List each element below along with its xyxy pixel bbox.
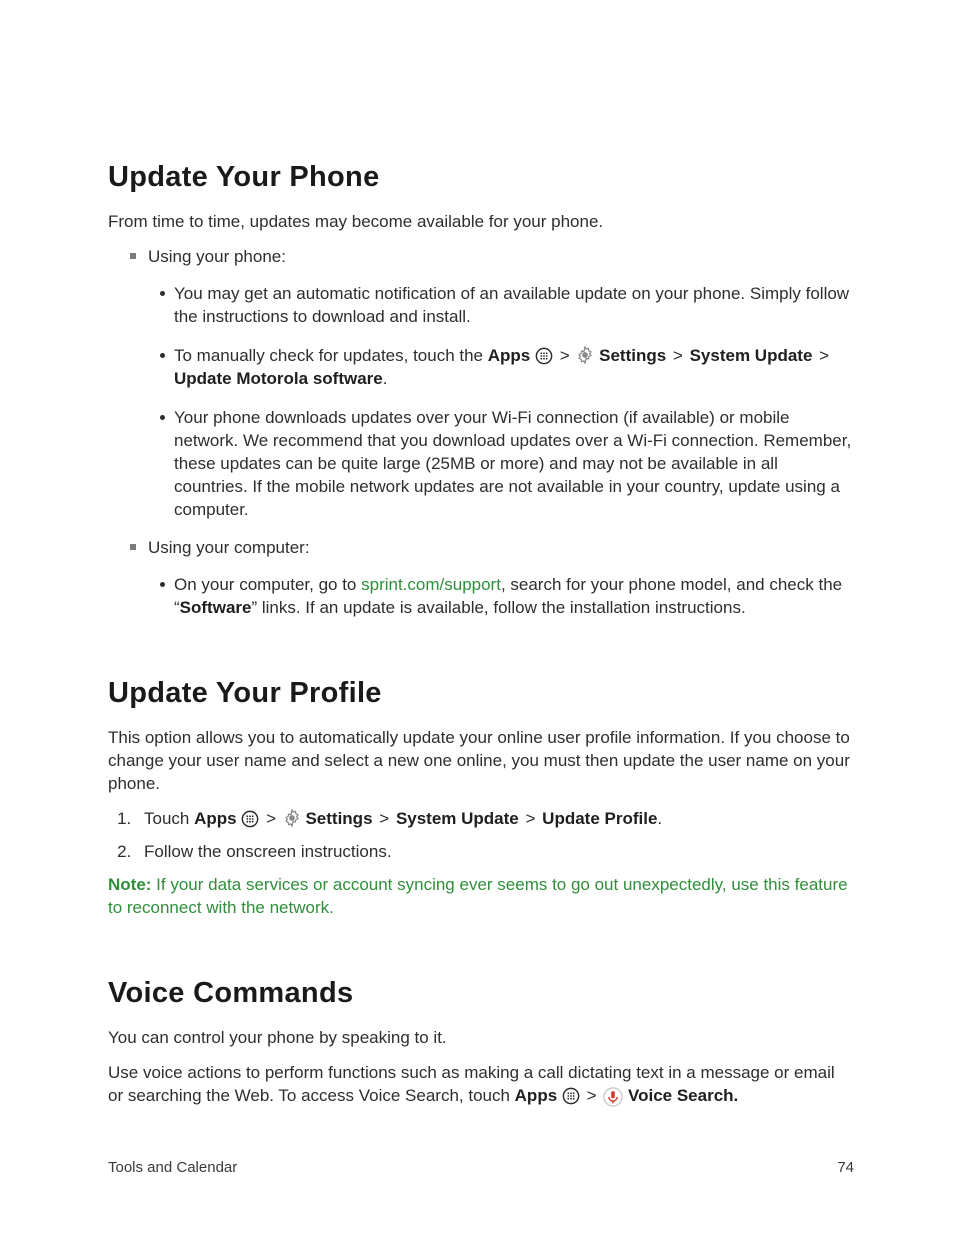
note-label: Note:	[108, 875, 151, 894]
chevron: >	[377, 809, 391, 828]
list-item: Follow the onscreen instructions.	[136, 841, 854, 864]
p2-voice-commands: Use voice actions to perform functions s…	[108, 1062, 854, 1108]
list-item: Your phone downloads updates over your W…	[174, 407, 854, 522]
intro-update-phone: From time to time, updates may become av…	[108, 211, 854, 234]
list-item: You may get an automatic notification of…	[174, 283, 854, 329]
label-software: Software	[180, 598, 252, 617]
footer-section-title: Tools and Calendar	[108, 1158, 237, 1178]
link-sprint-support[interactable]: sprint.com/support	[361, 575, 501, 594]
list-item: On your computer, go to sprint.com/suppo…	[174, 574, 854, 620]
chevron: >	[524, 809, 538, 828]
text: Using your computer:	[148, 538, 310, 557]
period: .	[657, 809, 662, 828]
note-body: If your data services or account syncing…	[108, 875, 848, 917]
label-system-update: System Update	[396, 809, 519, 828]
list-update-phone: Using your phone: You may get an automat…	[108, 246, 854, 620]
list-item: Touch Apps > Settings > System Update > …	[136, 808, 854, 831]
chevron: >	[558, 346, 572, 365]
period: .	[383, 369, 388, 388]
heading-voice-commands: Voice Commands	[108, 974, 854, 1013]
label-voice-search: Voice Search.	[623, 1086, 738, 1105]
label-settings: Settings	[301, 809, 373, 828]
p1-voice-commands: You can control your phone by speaking t…	[108, 1027, 854, 1050]
chevron: >	[671, 346, 685, 365]
text: To manually check for updates, touch the	[174, 346, 488, 365]
label-apps: Apps	[488, 346, 531, 365]
intro-update-profile: This option allows you to automatically …	[108, 727, 854, 796]
chevron: >	[817, 346, 831, 365]
label-apps: Apps	[194, 809, 237, 828]
label-update-profile: Update Profile	[542, 809, 657, 828]
settings-icon	[283, 809, 301, 827]
steps-update-profile: Touch Apps > Settings > System Update > …	[108, 808, 854, 864]
heading-update-phone: Update Your Phone	[108, 158, 854, 197]
chevron: >	[264, 809, 278, 828]
page-footer: Tools and Calendar 74	[108, 1158, 854, 1178]
text: ” links. If an update is available, foll…	[251, 598, 745, 617]
note-update-profile: Note: If your data services or account s…	[108, 874, 854, 920]
label-update-motorola-software: Update Motorola software	[174, 369, 383, 388]
list-item: To manually check for updates, touch the…	[174, 345, 854, 391]
list-item: Using your computer: On your computer, g…	[148, 537, 854, 620]
chevron: >	[585, 1086, 599, 1105]
apps-icon	[241, 810, 259, 828]
text: Using your phone:	[148, 247, 286, 266]
footer-page-number: 74	[837, 1158, 854, 1178]
text: Follow the onscreen instructions.	[144, 842, 392, 861]
label-settings: Settings	[594, 346, 666, 365]
sublist-using-computer: On your computer, go to sprint.com/suppo…	[148, 574, 854, 620]
label-apps: Apps	[515, 1086, 558, 1105]
section-update-profile: Update Your Profile This option allows y…	[108, 674, 854, 920]
sublist-using-phone: You may get an automatic notification of…	[148, 283, 854, 521]
list-item: Using your phone: You may get an automat…	[148, 246, 854, 521]
text: On your computer, go to	[174, 575, 361, 594]
apps-icon	[535, 347, 553, 365]
text: Your phone downloads updates over your W…	[174, 408, 851, 519]
apps-icon	[562, 1087, 580, 1105]
text: You may get an automatic notification of…	[174, 284, 849, 326]
voice-search-icon	[603, 1087, 623, 1107]
label-system-update: System Update	[690, 346, 813, 365]
heading-update-profile: Update Your Profile	[108, 674, 854, 713]
settings-icon	[576, 346, 594, 364]
section-update-phone: Update Your Phone From time to time, upd…	[108, 158, 854, 620]
section-voice-commands: Voice Commands You can control your phon…	[108, 974, 854, 1108]
text: Touch	[144, 809, 194, 828]
